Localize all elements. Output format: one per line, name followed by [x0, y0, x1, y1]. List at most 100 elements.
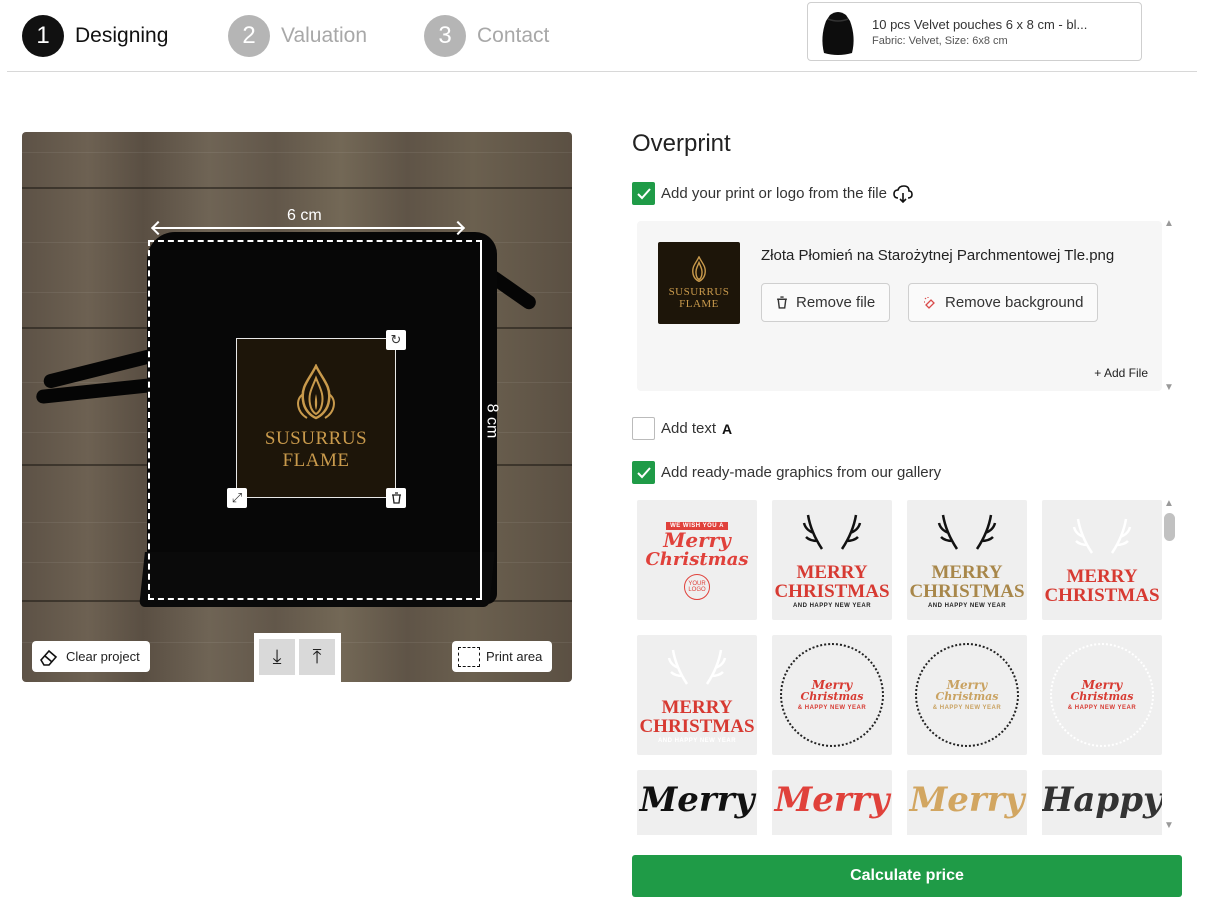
step-designing[interactable]: 1 Designing: [22, 15, 168, 57]
uploaded-file-panel: SUSURRUS FLAME Złota Płomień na Starożyt…: [637, 221, 1162, 391]
gallery-item[interactable]: MERRY CHRISTMAS AND HAPPY NEW YEAR: [772, 500, 892, 620]
check-icon: [636, 466, 651, 478]
option-gallery[interactable]: Add ready-made graphics from our gallery: [632, 461, 941, 484]
header-divider: [7, 71, 1197, 72]
rotate-handle-icon[interactable]: ↻: [386, 330, 406, 350]
tile-text: MERRY: [931, 562, 1003, 583]
width-dimension-label: 6 cm: [287, 207, 322, 224]
print-area-label: Print area: [486, 649, 543, 664]
uploaded-file-thumbnail: SUSURRUS FLAME: [658, 242, 740, 324]
scroll-up-icon[interactable]: ▲: [1164, 498, 1174, 509]
gallery-item[interactable]: Merry: [907, 770, 1027, 835]
step-valuation[interactable]: 2 Valuation: [228, 15, 367, 57]
remove-background-button[interactable]: Remove background: [908, 283, 1099, 322]
move-down-icon[interactable]: ⤓: [259, 639, 295, 675]
thumb-text-line: SUSURRUS: [668, 286, 730, 298]
step-label: Contact: [477, 24, 550, 47]
tile-small-text: & HAPPY NEW YEAR: [932, 705, 1002, 711]
option-upload-file[interactable]: Add your print or logo from the file: [632, 182, 913, 205]
print-area-button[interactable]: Print area: [452, 641, 553, 672]
option-add-text[interactable]: Add text A: [632, 417, 732, 440]
product-title: 10 pcs Velvet pouches 6 x 8 cm - bl...: [872, 16, 1088, 32]
option-gallery-label: Add ready-made graphics from our gallery: [661, 464, 942, 481]
step-label: Designing: [75, 24, 169, 47]
tile-text: CHRISTMAS: [774, 581, 890, 602]
gallery-scrollbar[interactable]: ▲ ▼: [1163, 498, 1175, 835]
antlers-icon: [937, 514, 997, 550]
logo-text-line: FLAME: [282, 450, 350, 471]
tile-text: MERRY: [796, 562, 868, 583]
layer-order-controls: ⤓ ⤒: [254, 633, 341, 682]
tile-small-text: AND HAPPY NEW YEAR: [792, 603, 872, 609]
trash-icon: [777, 296, 787, 309]
resize-handle-icon[interactable]: ⤢: [227, 488, 247, 508]
tile-text: CHRISTMAS: [1044, 585, 1160, 606]
checkbox-add-text[interactable]: [632, 417, 655, 440]
gallery-item[interactable]: MERRY CHRISTMAS AND HAPPY NEW YEAR: [907, 500, 1027, 620]
tile-script-text: Merry: [663, 528, 731, 552]
step-number: 3: [424, 15, 466, 57]
delete-handle-icon[interactable]: [386, 488, 406, 508]
tile-small-text: AND HAPPY NEW YEAR: [657, 738, 737, 744]
remove-background-label: Remove background: [945, 294, 1084, 311]
height-dimension-label: 8 cm: [483, 403, 501, 439]
step-label: Valuation: [281, 24, 368, 47]
remove-file-button[interactable]: Remove file: [761, 283, 891, 322]
uploaded-file-name: Złota Płomień na Starożytnej Parchmentow…: [761, 247, 1115, 264]
move-up-icon[interactable]: ⤒: [299, 639, 335, 675]
clear-project-label: Clear project: [66, 649, 140, 664]
design-preview-canvas[interactable]: 6 cm 8 cm SUSURRUS FLAME ↻ ⤢ Clear proje…: [22, 132, 572, 682]
antlers-icon: [667, 649, 727, 685]
gallery-item[interactable]: MERRY CHRISTMAS AND HAPPY NEW YEAR: [637, 635, 757, 755]
check-icon: [636, 187, 651, 199]
gallery-scroll-thumb[interactable]: [1164, 513, 1175, 541]
checkbox-gallery[interactable]: [632, 461, 655, 484]
gallery-item[interactable]: MERRY CHRISTMAS: [1042, 500, 1162, 620]
gallery-item[interactable]: Merry Christmas & HAPPY NEW YEAR: [907, 635, 1027, 755]
overprint-title: Overprint: [632, 130, 731, 157]
remove-file-label: Remove file: [796, 294, 876, 311]
gallery-item[interactable]: Happy: [1042, 770, 1162, 835]
tile-script-text: Happy: [1042, 780, 1162, 820]
width-dimension-line: [153, 227, 463, 229]
flame-logo-icon: [297, 364, 335, 420]
dashed-square-icon: [458, 646, 480, 667]
cloud-upload-icon: [893, 184, 913, 203]
product-subtitle: Fabric: Velvet, Size: 6x8 cm: [872, 34, 1008, 47]
option-upload-label: Add your print or logo from the file: [661, 185, 887, 202]
antlers-icon: [802, 514, 862, 550]
gallery-item[interactable]: Merry Christmas & HAPPY NEW YEAR: [1042, 635, 1162, 755]
wood-seam: [22, 187, 572, 189]
pouch-thumbnail: [816, 7, 860, 57]
steps-header: 1 Designing 2 Valuation 3 Contact 10 pcs…: [0, 0, 1205, 72]
text-a-icon: A: [722, 420, 733, 437]
tile-logo-circle: YOUR LOGO: [684, 574, 710, 600]
product-summary-card[interactable]: 10 pcs Velvet pouches 6 x 8 cm - bl... F…: [807, 2, 1142, 61]
antlers-icon: [1072, 518, 1132, 554]
tile-small-text: AND HAPPY NEW YEAR: [927, 603, 1007, 609]
calculate-price-button[interactable]: Calculate price: [632, 855, 1182, 897]
file-panel-scroll-down-icon[interactable]: ▼: [1164, 382, 1174, 393]
tile-script-text: Christmas: [1070, 690, 1134, 703]
logo-text-line: SUSURRUS: [264, 428, 368, 449]
gallery-item[interactable]: Merry: [772, 770, 892, 835]
scroll-down-icon[interactable]: ▼: [1164, 820, 1174, 831]
wreath-icon: Merry Christmas & HAPPY NEW YEAR: [915, 643, 1019, 747]
step-number: 1: [22, 15, 64, 57]
step-contact[interactable]: 3 Contact: [424, 15, 549, 57]
thumb-text-line: FLAME: [679, 298, 719, 310]
flame-logo-icon: [692, 256, 706, 283]
wreath-icon: Merry Christmas & HAPPY NEW YEAR: [780, 643, 884, 747]
tile-text: CHRISTMAS: [639, 716, 755, 737]
add-file-link[interactable]: + Add File: [1094, 366, 1148, 380]
placed-logo[interactable]: SUSURRUS FLAME: [236, 338, 396, 498]
gallery-item[interactable]: Merry: [637, 770, 757, 835]
file-panel-scroll-up-icon[interactable]: ▲: [1164, 218, 1174, 229]
tile-script-text: Christmas: [800, 690, 864, 703]
tile-text: MERRY: [1066, 566, 1138, 587]
checkbox-upload-file[interactable]: [632, 182, 655, 205]
tile-text: MERRY: [661, 697, 733, 718]
clear-project-button[interactable]: Clear project: [32, 641, 150, 672]
gallery-item[interactable]: Merry Christmas & HAPPY NEW YEAR: [772, 635, 892, 755]
gallery-item[interactable]: WE WISH YOU A Merry Christmas YOUR LOGO: [637, 500, 757, 620]
